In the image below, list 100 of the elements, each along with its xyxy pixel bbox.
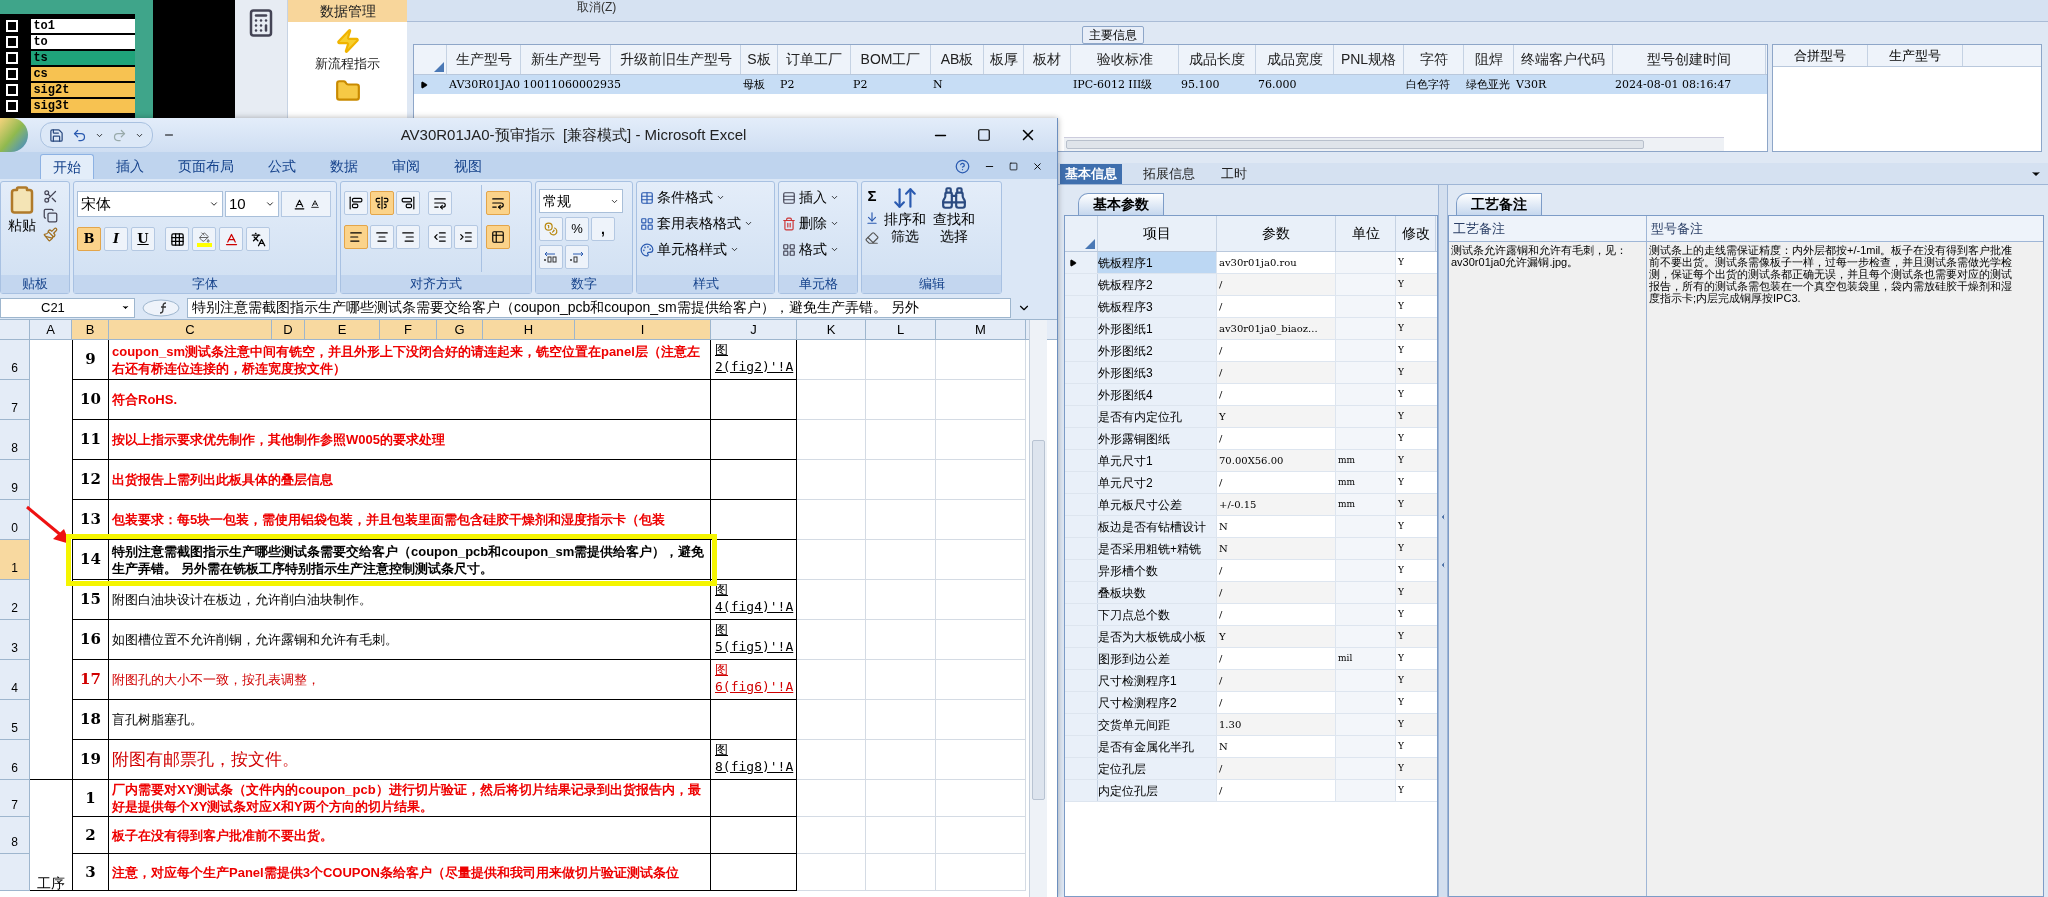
column-header[interactable]: B: [72, 320, 109, 339]
row-header[interactable]: 9: [0, 460, 30, 500]
comma-button[interactable]: ,: [591, 217, 615, 241]
cells-menu-button[interactable]: 插入: [782, 187, 839, 208]
grid-row[interactable]: 单元尺寸1 70.00X56.00 mm Y: [1065, 450, 1437, 472]
signal-label[interactable]: sig3t: [31, 99, 135, 113]
save-icon[interactable]: [49, 127, 64, 143]
signal-checkbox[interactable]: [6, 84, 18, 96]
grid-row[interactable]: 外形露铜图纸 / Y: [1065, 428, 1437, 450]
grid-row[interactable]: 铣板程序1 av30r01ja0.rou Y: [1065, 252, 1437, 274]
sum-button[interactable]: Σ: [865, 187, 879, 205]
vertical-align-button[interactable]: [344, 191, 368, 215]
indent-decrease-button[interactable]: [428, 225, 452, 249]
font-resize-buttons[interactable]: [281, 191, 331, 217]
figure-link[interactable]: 图 5(fig5)'!A: [715, 621, 794, 655]
column-header[interactable]: D: [272, 320, 305, 339]
grid-row[interactable]: 图形到边公差 / mil Y: [1065, 648, 1437, 670]
formula-bar[interactable]: 特别注意需截图指示生产哪些测试条需要交给客户（coupon_pcb和coupon_sm需提供给客户），避免生产弄错。 另外: [187, 297, 1011, 318]
styles-menu-button[interactable]: 条件格式: [640, 187, 753, 208]
signal-label[interactable]: to1: [31, 19, 135, 33]
cancel-button[interactable]: 取消(Z): [577, 0, 617, 14]
vertical-scrollbar[interactable]: [1029, 320, 1047, 897]
column-header[interactable]: AB板: [931, 45, 984, 74]
horizontal-align-button[interactable]: [396, 225, 420, 249]
row-header[interactable]: 6: [0, 340, 30, 380]
column-header[interactable]: 型号创建时间: [1613, 45, 1766, 74]
column-header[interactable]: K: [797, 320, 866, 339]
name-box[interactable]: C21: [0, 297, 135, 318]
font-color-button[interactable]: [219, 227, 243, 251]
grid-row[interactable]: 外形图纸3 / Y: [1065, 362, 1437, 384]
horizontal-align-button[interactable]: [344, 225, 368, 249]
vertical-align-button[interactable]: [370, 191, 394, 215]
column-header[interactable]: G: [437, 320, 483, 339]
grid-row[interactable]: 铣板程序3 / Y: [1065, 296, 1437, 318]
font-style-button[interactable]: I: [104, 227, 128, 251]
column-header[interactable]: 单位: [1336, 216, 1396, 251]
column-header[interactable]: 工艺备注: [1449, 216, 1646, 242]
sort-filter-button[interactable]: 排序和筛选: [882, 185, 928, 272]
row-header[interactable]: [1065, 252, 1098, 273]
wrap-text-button[interactable]: [486, 191, 510, 215]
figure-link[interactable]: 图 2(fig2)'!A: [715, 341, 794, 375]
column-header[interactable]: L: [866, 320, 936, 339]
row-header[interactable]: 7: [0, 380, 30, 420]
detail-tab[interactable]: 基本信息: [1060, 164, 1122, 184]
close-icon[interactable]: [1032, 161, 1043, 172]
orientation-button[interactable]: [428, 191, 452, 215]
grid-row[interactable]: 外形图纸1 av30r01ja0_biaoz... Y: [1065, 318, 1437, 340]
signal-checkbox[interactable]: [6, 20, 18, 32]
column-header[interactable]: 参数: [1217, 216, 1336, 251]
grid-row[interactable]: 交货单元间距 1.30 Y: [1065, 714, 1437, 736]
column-header[interactable]: 型号备注: [1647, 216, 2043, 242]
styles-menu-button[interactable]: 套用表格格式: [640, 213, 753, 234]
find-select-button[interactable]: 查找和选择: [931, 185, 977, 272]
column-header[interactable]: 订单工厂: [778, 45, 851, 74]
row-header[interactable]: 2: [0, 580, 30, 620]
detail-tab[interactable]: 工时: [1216, 164, 1252, 184]
font-family-field[interactable]: 宋体: [77, 191, 223, 217]
decrease-decimal-button[interactable]: [565, 245, 589, 269]
border-button[interactable]: [165, 227, 189, 251]
signal-label[interactable]: sig2t: [31, 83, 135, 97]
ribbon-tab[interactable]: 插入: [104, 154, 156, 179]
column-header[interactable]: 终端客户代码: [1514, 45, 1613, 74]
column-header[interactable]: 合拼型号: [1773, 45, 1869, 66]
fill-color-button[interactable]: [192, 227, 216, 251]
column-header[interactable]: J: [711, 320, 797, 339]
percent-button[interactable]: %: [565, 217, 589, 241]
grid-row[interactable]: 是否为大板铣成小板 Y Y: [1065, 626, 1437, 648]
ribbon-tab[interactable]: 页面布局: [166, 154, 246, 179]
row-header[interactable]: 5: [0, 700, 30, 740]
column-header[interactable]: 修改: [1396, 216, 1436, 251]
vertical-align-button[interactable]: [396, 191, 420, 215]
font-style-button[interactable]: B: [77, 227, 101, 251]
grid-row[interactable]: 单元尺寸2 / mm Y: [1065, 472, 1437, 494]
figure-link[interactable]: 图 6(fig6)'!A: [715, 661, 794, 695]
column-header[interactable]: 生产型号: [1868, 45, 1964, 66]
column-header[interactable]: M: [936, 320, 1026, 339]
row-header[interactable]: 8: [0, 817, 30, 854]
signal-checkbox[interactable]: [6, 52, 18, 64]
column-header[interactable]: 项目: [1098, 216, 1217, 251]
styles-menu-button[interactable]: 单元格样式: [640, 239, 753, 260]
column-header[interactable]: I: [575, 320, 711, 339]
indent-increase-button[interactable]: [454, 225, 478, 249]
column-header[interactable]: E: [305, 320, 380, 339]
grid-row[interactable]: 板边是否有钻槽设计 N Y: [1065, 516, 1437, 538]
ribbon-tab[interactable]: 视图: [442, 154, 494, 179]
detail-tab[interactable]: 拓展信息: [1138, 164, 1200, 184]
font-size-field[interactable]: 10: [225, 191, 279, 217]
figure-link[interactable]: 图 4(fig4)'!A: [715, 581, 794, 615]
horizontal-align-button[interactable]: [370, 225, 394, 249]
horizontal-scrollbar[interactable]: [1064, 137, 1724, 151]
grid-row[interactable]: 外形图纸4 / Y: [1065, 384, 1437, 406]
restore-icon[interactable]: [1009, 162, 1018, 171]
grid-row[interactable]: 下刀点总个数 / Y: [1065, 604, 1437, 626]
row-header[interactable]: 6: [0, 740, 30, 780]
column-header[interactable]: 升级前旧生产型号: [611, 45, 741, 74]
function-icon[interactable]: [141, 298, 181, 317]
grid-row[interactable]: 外形图纸2 / Y: [1065, 340, 1437, 362]
column-header[interactable]: F: [380, 320, 437, 339]
row-header[interactable]: 1: [0, 540, 30, 580]
ribbon-tab[interactable]: 开始: [40, 154, 94, 179]
